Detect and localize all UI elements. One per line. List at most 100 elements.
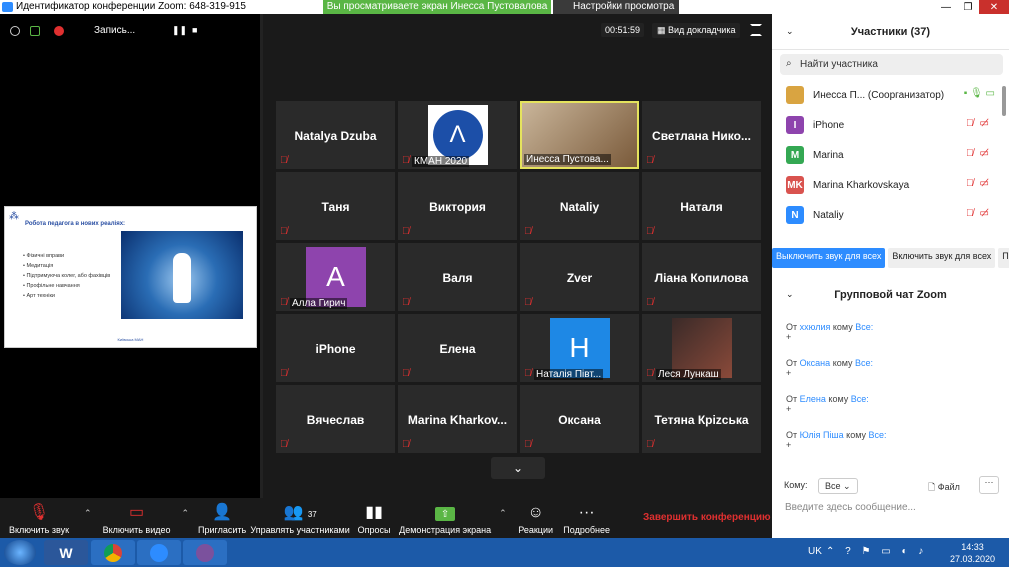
slide-bullet: • Фізичні вправи [23,253,65,259]
more-button[interactable]: П [998,248,1009,268]
share-screen-button[interactable]: ⇧ Демонстрация экрана [397,498,493,538]
invite-button[interactable]: 👤 Пригласить [195,498,249,538]
search-placeholder: Найти участника [800,59,878,70]
close-button[interactable]: ✕ [979,0,1009,14]
mic-muted-icon: 🎙̸ [646,155,654,166]
participants-title: Участники (37) [850,26,931,38]
video-tile[interactable]: Λ 🎙̸ КМАН 2020 [398,101,517,169]
chat-message: От Оксана кому Все: + [786,358,874,378]
viber-taskbar-icon[interactable] [183,540,227,565]
video-off-icon: ▭ [128,504,145,521]
speaker-view-button[interactable]: ▦ Вид докладчика [652,23,741,38]
tile-name: Елена [439,342,476,356]
slide-bullet: • Підтримуюча колег, або фахівців [23,273,111,279]
unmute-all-button[interactable]: Включить звук для всех [888,248,996,268]
share-top-controls: Запись... ❚❚ ■ [0,14,260,48]
video-grid: Natalya Dzuba 🎙̸ Λ 🎙̸ КМАН 2020 Инесса Пуст… [276,101,761,453]
unmute-button[interactable]: 🎙 Включить звук [0,498,78,538]
video-tile[interactable]: Тетяна Крizська 🎙̸ [642,385,761,453]
info-icon[interactable] [10,26,20,36]
polls-icon: ▮▮ [365,504,383,521]
zoom-taskbar-icon[interactable] [137,540,181,565]
participants-header: ⌄ Участники (37) [772,14,1009,50]
chat-title: Групповой чат Zoom [834,289,947,301]
host-status-icons: ▪ 🎙 ▭ [963,88,995,99]
tile-name: Ліана Копилова [654,271,749,285]
audio-options-chevron-icon[interactable]: ⌃ [78,508,98,519]
language-indicator[interactable]: UK [808,546,822,557]
mute-all-button[interactable]: Выключить звук для всех [772,248,886,268]
lock-icon[interactable] [30,26,40,36]
video-tile[interactable]: Виктория 🎙̸ [398,172,517,240]
mic-muted-icon: 🎙̸ [524,226,532,237]
fullscreen-icon[interactable] [750,24,762,36]
next-page-chevron-icon[interactable]: ⌄ [491,457,545,479]
avatar [786,86,804,104]
tile-name: Вячеслав [306,413,365,427]
pause-recording-icon[interactable]: ❚❚ [172,25,187,36]
stop-recording-icon[interactable]: ■ [192,25,197,35]
mic-muted-icon: 🎙̸ [646,439,654,450]
video-tile[interactable]: Валя 🎙̸ [398,243,517,311]
mic-muted-icon: 🎙̸ [280,226,288,237]
participant-scrollbar[interactable] [1002,86,1006,116]
video-tile[interactable]: А 🎙̸ Алла Гирич [276,243,395,311]
mic-muted-icon: 🎙 [28,504,50,521]
chat-message-input[interactable]: Введите здесь сообщение... [785,502,916,513]
mic-muted-icon: 🎙̸ [524,368,532,379]
share-options-chevron-icon[interactable]: ⌃ [493,508,513,519]
word-taskbar-icon[interactable]: W [44,540,88,565]
video-tile[interactable]: Светлана Нико... 🎙̸ [642,101,761,169]
video-tile[interactable]: Natalya Dzuba 🎙̸ [276,101,395,169]
participant-row[interactable]: N Nataliy 🎙̸▭̸ [772,200,1009,230]
man-logo-icon: ⁂ [9,211,19,222]
participant-row[interactable]: MK Marina Kharkovskaya 🎙̸▭̸ [772,170,1009,200]
tile-sub-name: КМАН 2020 [412,156,470,167]
chrome-taskbar-icon[interactable] [91,540,135,565]
meeting-timer: 00:51:59 [601,23,645,37]
video-tile[interactable]: 🎙̸ Леся Лункаш [642,314,761,382]
manage-participants-button[interactable]: 👥 37 Управлять участниками [249,498,351,538]
participant-row[interactable]: I iPhone 🎙̸▭̸ [772,110,1009,140]
video-tile[interactable]: Елена 🎙̸ [398,314,517,382]
video-options-chevron-icon[interactable]: ⌃ [176,508,196,519]
tile-name: Тетяна Крizська [654,413,749,427]
slide-footer: Київська МАН [117,337,144,342]
end-meeting-button[interactable]: Завершить конференцию [643,512,771,523]
participant-search-input[interactable]: ⌕ Найти участника [780,54,1003,75]
chat-recipient-select[interactable]: Все ⌄ [818,478,858,494]
file-button[interactable]: 🗋 Файл [928,480,960,496]
minimize-button[interactable]: — [935,0,957,14]
video-tile[interactable]: Ліана Копилова 🎙̸ [642,243,761,311]
start-button[interactable] [4,540,36,565]
video-tile[interactable]: iPhone 🎙̸ [276,314,395,382]
participant-name: Nataliy [813,209,844,221]
system-clock[interactable]: 14:33 27.03.2020 [950,541,995,565]
avatar: M [786,146,804,164]
chat-message: От Елена кому Все: + [786,394,869,414]
video-tile[interactable]: Marina Kharkov... 🎙̸ [398,385,517,453]
mic-muted-icon: 🎙̸ [646,368,654,379]
view-options-button[interactable]: Настройки просмотра ▾ [553,0,679,26]
polls-button[interactable]: ▮▮ Опросы [351,498,397,538]
restore-button[interactable]: ❐ [957,0,979,14]
slide-bullet: • Арт техніки [23,293,56,299]
video-tile[interactable]: H 🎙̸ Наталія Півт... [520,314,639,382]
system-tray-icons[interactable]: ⌃ ? ⚑ ▭ ◐ ♪ [826,546,927,557]
video-tile[interactable]: Nataliy 🎙̸ [520,172,639,240]
video-tile-active-speaker[interactable]: Инесса Пустова... [520,101,639,169]
start-video-button[interactable]: ▭ Включить видео [98,498,176,538]
chat-more-button[interactable]: ··· [979,476,999,494]
more-button[interactable]: ··· Подробнее [559,498,615,538]
video-tile[interactable]: Наталя 🎙̸ [642,172,761,240]
video-tile[interactable]: Оксана 🎙̸ [520,385,639,453]
video-tile[interactable]: Вячеслав 🎙̸ [276,385,395,453]
participant-row[interactable]: M Marina 🎙̸▭̸ [772,140,1009,170]
mic-muted-icon: 🎙̸ [280,439,288,450]
participant-row[interactable]: Инесса П... (Соорганизатор) ▪ 🎙 ▭ [772,80,1009,110]
avatar: N [786,206,804,224]
video-tile[interactable]: Таня 🎙̸ [276,172,395,240]
reactions-button[interactable]: ☺ Реакции [513,498,559,538]
mic-muted-icon: 🎙̸ [402,439,410,450]
video-tile[interactable]: Zver 🎙̸ [520,243,639,311]
